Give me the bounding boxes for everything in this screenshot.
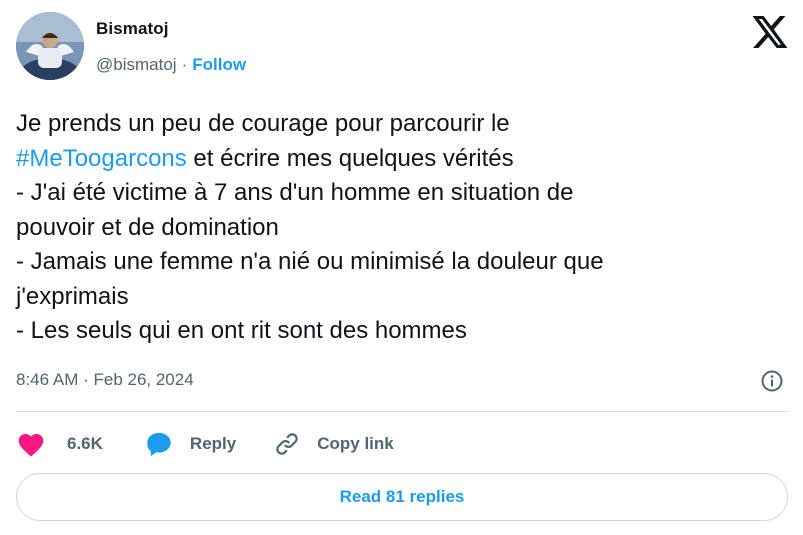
author-handle-row: @bismatoj · Follow [96, 55, 246, 75]
separator-dot: · [181, 55, 188, 74]
author-handle[interactable]: @bismatoj [96, 55, 177, 75]
x-logo-icon[interactable] [752, 16, 788, 48]
copy-link-button[interactable]: Copy link [274, 431, 394, 457]
hashtag-link[interactable]: #MeToogarcons [16, 145, 187, 172]
like-button[interactable]: 6.6K [16, 431, 103, 457]
divider [16, 411, 787, 412]
tweet-timestamp[interactable]: 8:46 AM · Feb 26, 2024 [16, 370, 194, 390]
copy-link-label: Copy link [317, 434, 394, 453]
heart-icon [18, 433, 44, 457]
tweet-body-rest: - J'ai été victime à 7 ans d'un homme en… [16, 179, 604, 344]
tweet-text: Je prends un peu de courage pour parcour… [16, 107, 776, 349]
avatar[interactable] [16, 12, 84, 80]
read-replies-button[interactable]: Read 81 replies [16, 473, 788, 521]
follow-button[interactable]: Follow [192, 55, 246, 75]
link-icon [276, 433, 298, 455]
reply-label: Reply [189, 434, 237, 453]
like-count: 6.6K [67, 434, 103, 453]
info-icon[interactable] [760, 369, 784, 393]
tweet-line1: Je prends un peu de courage pour parcour… [16, 110, 510, 137]
read-replies-label: Read 81 replies [339, 487, 465, 506]
reply-button[interactable]: Reply [145, 430, 236, 458]
tweet-line2-suffix: et écrire mes quelques vérités [186, 144, 514, 172]
tweet-card: Bismatoj @bismatoj · Follow Je prends un… [0, 0, 803, 535]
author-name[interactable]: Bismatoj [96, 19, 169, 39]
profile-avatar [16, 12, 84, 80]
action-bar: 6.6K Reply Copy link [16, 426, 394, 462]
reply-bubble-icon [147, 432, 171, 457]
